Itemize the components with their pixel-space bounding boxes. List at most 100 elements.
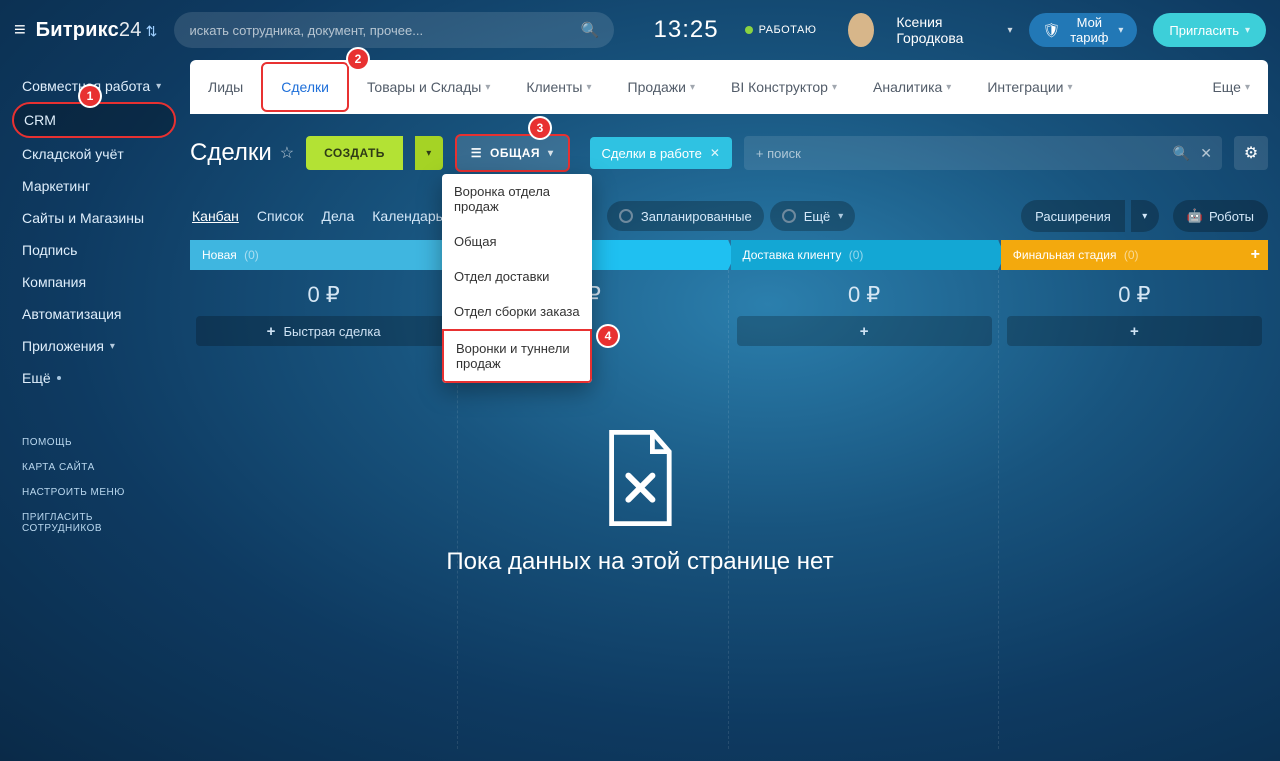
view-tab-tasks[interactable]: Дела [319, 204, 356, 228]
kanban-column-header[interactable]: Финальная стадия (0)+ [1001, 240, 1268, 270]
robots-button[interactable]: 🤖 Роботы [1173, 200, 1268, 232]
menu-icon[interactable]: ≡ [14, 19, 26, 42]
sidebar-invite-employees[interactable]: ПРИГЛАСИТЬ СОТРУДНИКОВ [12, 505, 176, 541]
funnel-option[interactable]: Отдел сборки заказа [442, 294, 592, 329]
logo-text-sub: 24 [119, 19, 142, 41]
page-title: Сделки ☆ [190, 139, 294, 167]
robot-icon: 🤖 [1187, 208, 1203, 224]
tab-analytics[interactable]: Аналитика▾ [855, 60, 969, 114]
sidebar-item-label: Сайты и Магазины [22, 210, 144, 226]
quick-deal-button[interactable]: + Быстрая сделка [196, 316, 451, 346]
settings-button[interactable]: ⚙ [1234, 136, 1268, 170]
funnel-option[interactable]: Отдел доставки [442, 259, 592, 294]
sidebar-item-label: Приложения [22, 338, 104, 354]
annotation-3: 3 [530, 118, 550, 138]
view-tab-calendar[interactable]: Календарь [370, 204, 445, 228]
robots-label: Роботы [1209, 209, 1254, 224]
filter-tag-working[interactable]: Сделки в работе ✕ [590, 137, 732, 169]
chevron-down-icon[interactable]: ▾ [1008, 25, 1013, 36]
view-tab-kanban[interactable]: Канбан [190, 204, 241, 228]
clock: 13:25 [654, 16, 719, 44]
logo[interactable]: Битрикс24⇅ [36, 19, 158, 42]
sidebar-item-label: Складской учёт [22, 146, 124, 162]
tab-more[interactable]: Еще▾ [1194, 60, 1268, 114]
invite-button[interactable]: Пригласить ▾ [1153, 13, 1266, 47]
sidebar-item-inventory[interactable]: Складской учёт [12, 138, 176, 170]
circle-icon [619, 209, 633, 223]
create-dropdown-button[interactable]: ▾ [415, 136, 443, 170]
tab-label: Аналитика [873, 79, 942, 95]
extensions-button[interactable]: Расширения [1021, 200, 1125, 232]
tab-label: BI Конструктор [731, 79, 828, 95]
tab-leads[interactable]: Лиды [190, 60, 261, 114]
search-icon[interactable]: 🔍 [1173, 145, 1190, 162]
kanban-search-input[interactable] [744, 136, 1222, 170]
annotation-1: 1 [80, 86, 100, 106]
sidebar-item-automation[interactable]: Автоматизация [12, 298, 176, 330]
work-status-label: РАБОТАЮ [759, 24, 817, 36]
add-card-button[interactable]: + [1007, 316, 1262, 346]
gear-icon: ⚙ [1244, 145, 1258, 162]
kanban-column-header[interactable]: Доставка клиенту (0) [731, 240, 998, 270]
funnel-label: ОБЩАЯ [490, 146, 540, 160]
top-bar: ≡ Битрикс24⇅ 🔍 13:25 РАБОТАЮ Ксения Горо… [0, 0, 1280, 60]
tab-catalog[interactable]: Товары и Склады▾ [349, 60, 508, 114]
sidebar-item-label: Подпись [22, 242, 77, 258]
sidebar-item-more[interactable]: Ещё [12, 362, 176, 394]
tab-label: Продажи [628, 79, 686, 95]
pill-more[interactable]: Ещё ▾ [770, 201, 856, 231]
plus-icon: + [267, 323, 276, 340]
sidebar-sitemap[interactable]: КАРТА САЙТА [12, 455, 176, 480]
tab-integrations[interactable]: Интеграции▾ [969, 60, 1090, 114]
extensions-dropdown-button[interactable]: ▾ [1131, 200, 1159, 232]
filter-tag-label: Сделки в работе [602, 146, 702, 161]
add-column-icon[interactable]: + [1251, 246, 1260, 264]
tab-clients[interactable]: Клиенты▾ [508, 60, 609, 114]
tab-label: Лиды [208, 79, 243, 95]
quick-deal-label: Быстрая сделка [283, 324, 380, 339]
funnel-selector[interactable]: ☰ ОБЩАЯ ▾ [455, 134, 570, 172]
work-status[interactable]: РАБОТАЮ [745, 24, 817, 36]
invite-label: Пригласить [1169, 23, 1239, 38]
username[interactable]: Ксения Городкова [896, 14, 985, 46]
search-icon[interactable]: 🔍 [581, 21, 600, 39]
sidebar-item-company[interactable]: Компания [12, 266, 176, 298]
funnel-option-funnels-tunnels[interactable]: Воронки и туннели продаж [442, 329, 592, 383]
logo-switch-icon[interactable]: ⇅ [146, 23, 158, 39]
sidebar-item-apps[interactable]: Приложения ▾ [12, 330, 176, 362]
chevron-down-icon: ▾ [110, 341, 115, 352]
chevron-down-icon: ▾ [156, 81, 161, 92]
annotation-4: 4 [598, 326, 618, 346]
sidebar-item-sign[interactable]: Подпись [12, 234, 176, 266]
kanban-column-header[interactable]: Новая (0) [190, 240, 457, 270]
add-card-button[interactable]: + [737, 316, 992, 346]
empty-state: Пока данных на этой странице нет [446, 430, 833, 576]
funnel-option[interactable]: Воронка отдела продаж [442, 174, 592, 224]
sidebar-item-crm[interactable]: CRM [12, 102, 176, 138]
global-search-input[interactable] [174, 12, 614, 48]
chevron-down-icon: ▾ [838, 211, 843, 222]
kanban-column-new: Новая (0) 0 ₽ +Быстрая сделка [190, 240, 458, 749]
chevron-down-icon: ▾ [485, 82, 490, 93]
page-header: Сделки ☆ СОЗДАТЬ ▾ ☰ ОБЩАЯ ▾ Сделки в ра… [190, 126, 1268, 180]
funnel-option[interactable]: Общая [442, 224, 592, 259]
close-icon[interactable]: ✕ [1200, 145, 1212, 162]
tab-deals[interactable]: Сделки [261, 62, 349, 112]
tab-sales[interactable]: Продажи ▾ [610, 60, 714, 114]
tariff-button[interactable]: 🛡 Мой тариф ▾ [1029, 13, 1138, 47]
chevron-down-icon: ▾ [690, 82, 695, 93]
kanban-column-name: Новая [202, 248, 237, 262]
sidebar-configure-menu[interactable]: НАСТРОИТЬ МЕНЮ [12, 480, 176, 505]
avatar[interactable] [848, 13, 874, 47]
tab-bi[interactable]: BI Конструктор▾ [713, 60, 855, 114]
close-icon[interactable]: ✕ [710, 146, 720, 160]
sidebar-item-sites[interactable]: Сайты и Магазины [12, 202, 176, 234]
pill-planned[interactable]: Запланированные [607, 201, 764, 231]
kanban-column-count: (0) [849, 248, 864, 262]
circle-icon [782, 209, 796, 223]
sidebar-help[interactable]: ПОМОЩЬ [12, 430, 176, 455]
sidebar-item-marketing[interactable]: Маркетинг [12, 170, 176, 202]
star-icon[interactable]: ☆ [280, 143, 294, 163]
view-tab-list[interactable]: Список [255, 204, 306, 228]
create-button[interactable]: СОЗДАТЬ [306, 136, 403, 170]
